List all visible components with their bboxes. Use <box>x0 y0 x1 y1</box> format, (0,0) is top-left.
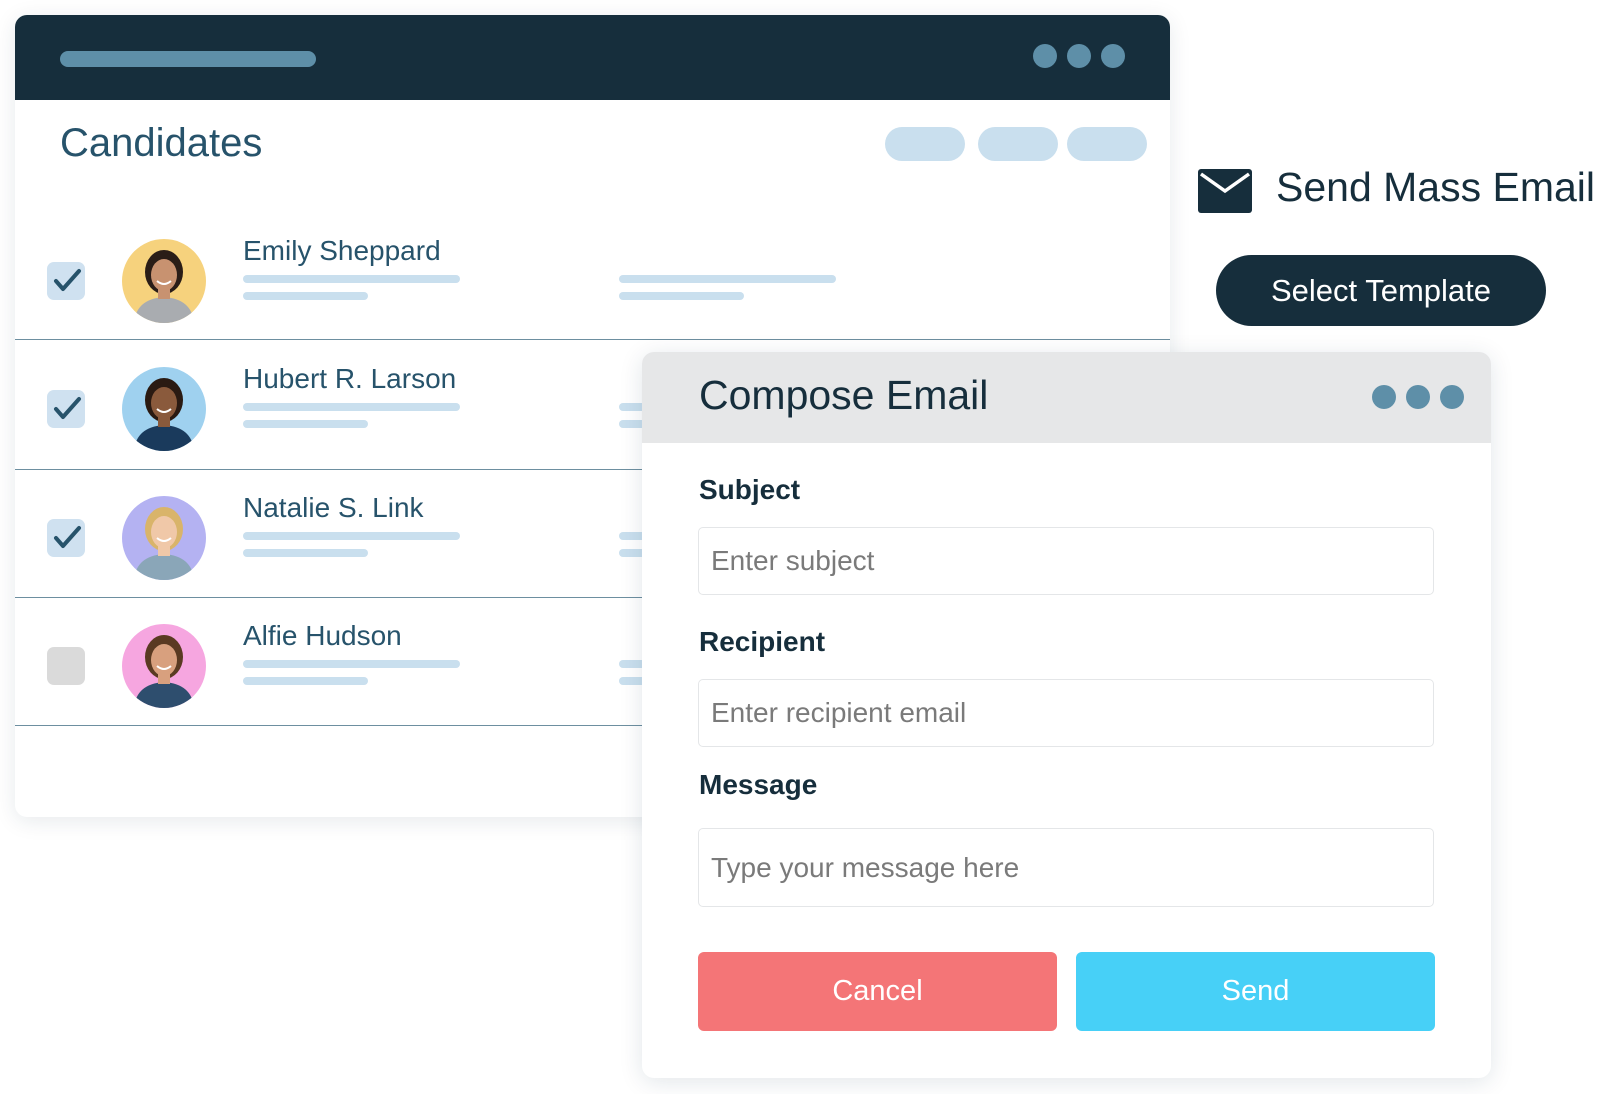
candidate-name[interactable]: Hubert R. Larson <box>243 363 456 395</box>
filter-pill[interactable] <box>978 127 1058 161</box>
checkbox-unchecked[interactable] <box>47 647 85 685</box>
candidate-avatar <box>122 367 206 451</box>
mass-email-title: Send Mass Email <box>1276 164 1596 210</box>
candidates-window-header <box>15 15 1170 100</box>
select-template-button[interactable]: Select Template <box>1216 255 1546 326</box>
recipient-label: Recipient <box>699 626 826 657</box>
window-menu-dot[interactable] <box>1101 44 1125 68</box>
candidate-avatar <box>122 624 206 708</box>
candidate-row[interactable]: Emily Sheppard <box>15 214 1170 340</box>
detail-placeholder-line <box>243 549 368 557</box>
checkmark-icon <box>54 269 81 291</box>
checkbox-checked[interactable] <box>47 262 85 300</box>
compose-email-header: Compose Email <box>642 352 1491 443</box>
candidate-avatar <box>122 496 206 580</box>
window-menu-dot[interactable] <box>1067 44 1091 68</box>
dialog-menu-dot[interactable] <box>1406 385 1430 409</box>
recipient-input[interactable] <box>698 679 1434 747</box>
detail-placeholder-line <box>243 275 460 283</box>
filter-pill[interactable] <box>885 127 965 161</box>
send-button[interactable]: Send <box>1076 952 1435 1031</box>
candidate-avatar <box>122 239 206 323</box>
message-label: Message <box>699 769 818 800</box>
compose-email-dialog: Compose Email Subject Recipient Message … <box>642 352 1491 1078</box>
subject-input[interactable] <box>698 527 1434 595</box>
envelope-icon <box>1198 169 1252 213</box>
detail-placeholder-line <box>243 292 368 300</box>
message-input[interactable] <box>698 828 1434 907</box>
mass-email-heading <box>1198 166 1252 216</box>
compose-email-title: Compose Email <box>699 372 989 418</box>
candidates-title: Candidates <box>60 121 263 165</box>
detail-placeholder-line <box>243 420 368 428</box>
detail-placeholder-line <box>243 532 460 540</box>
checkmark-icon <box>54 397 81 419</box>
detail-placeholder-line <box>243 403 460 411</box>
window-menu-dot[interactable] <box>1033 44 1057 68</box>
window-title-placeholder <box>60 51 316 67</box>
dialog-menu-dot[interactable] <box>1372 385 1396 409</box>
candidate-name[interactable]: Natalie S. Link <box>243 492 424 524</box>
detail-placeholder-line <box>243 677 368 685</box>
checkbox-checked[interactable] <box>47 390 85 428</box>
dialog-menu-dot[interactable] <box>1440 385 1464 409</box>
detail-placeholder-line <box>619 275 836 283</box>
candidate-name[interactable]: Alfie Hudson <box>243 620 402 652</box>
candidate-name[interactable]: Emily Sheppard <box>243 235 441 267</box>
filter-pill[interactable] <box>1067 127 1147 161</box>
detail-placeholder-line <box>619 292 744 300</box>
subject-label: Subject <box>699 474 801 505</box>
cancel-button[interactable]: Cancel <box>698 952 1057 1031</box>
checkbox-checked[interactable] <box>47 519 85 557</box>
detail-placeholder-line <box>243 660 460 668</box>
checkmark-icon <box>54 526 81 548</box>
